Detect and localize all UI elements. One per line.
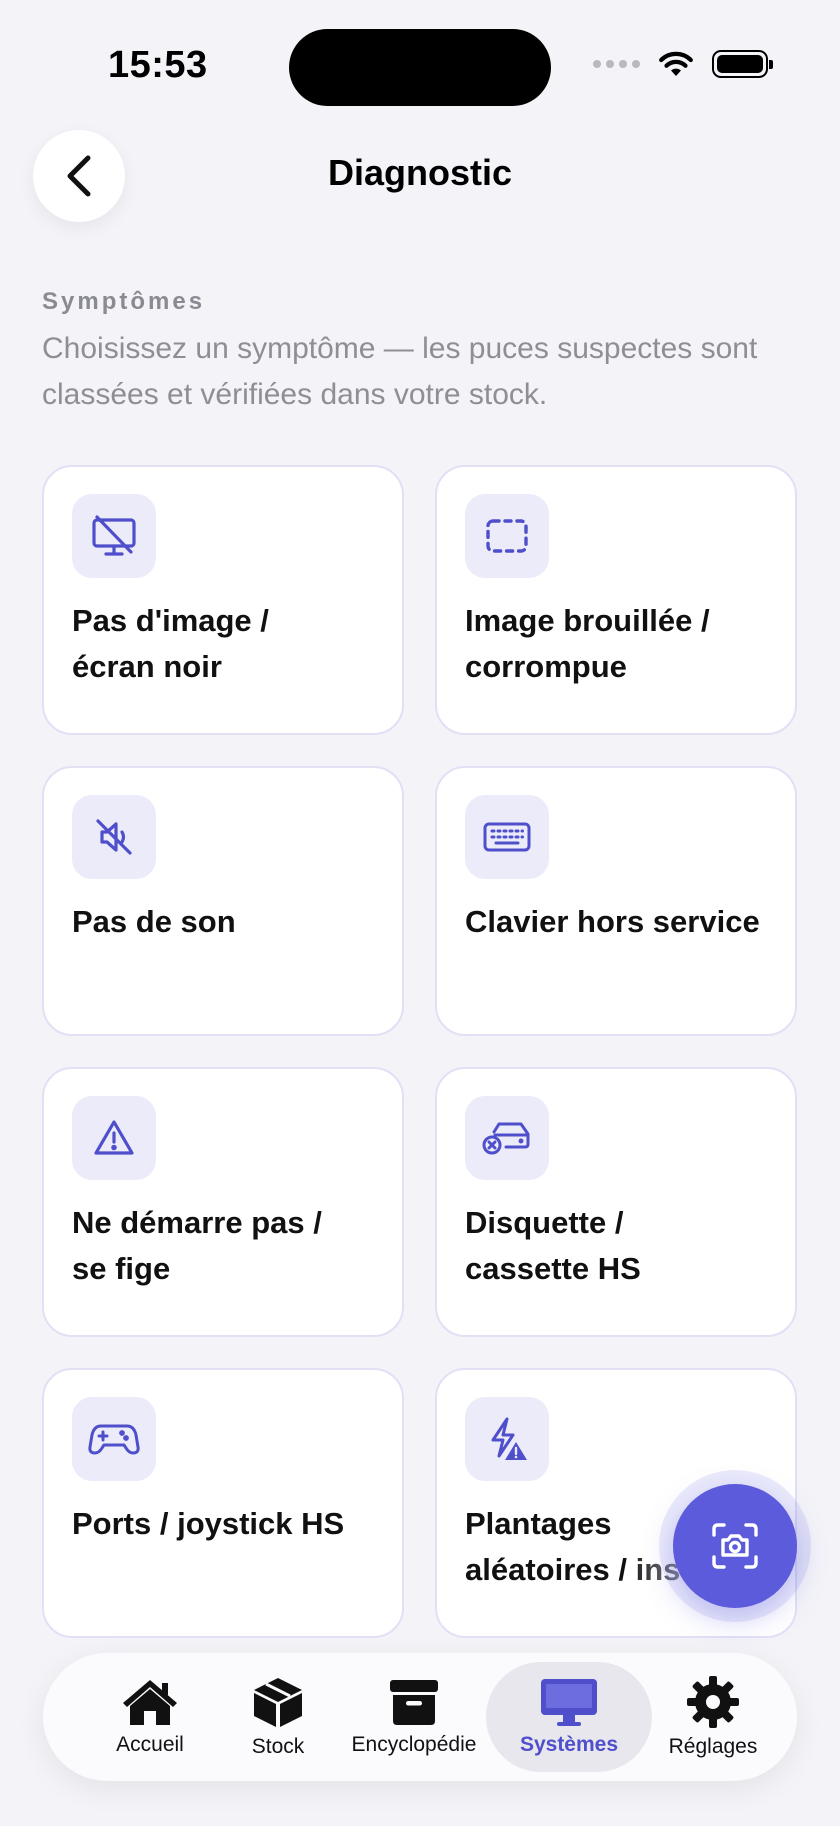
gear-icon (687, 1676, 739, 1728)
tab-label: Accueil (116, 1733, 184, 1756)
display-off-icon (72, 494, 156, 578)
symptom-grid: Pas d'image / écran noir Image brouillée… (42, 465, 798, 1638)
cellular-signal-icon (593, 60, 640, 68)
symptom-card-ports[interactable]: Ports / joystick HS (42, 1368, 404, 1638)
symptom-title: Pas d'image / écran noir (72, 603, 269, 684)
symptom-title: Ports / joystick HS (72, 1506, 345, 1541)
tab-systemes[interactable]: Systèmes (486, 1653, 652, 1781)
symptom-card-corrupted-image[interactable]: Image brouillée / corrompue (435, 465, 797, 735)
symptom-title: Clavier hors service (465, 904, 760, 939)
symptom-card-no-image[interactable]: Pas d'image / écran noir (42, 465, 404, 735)
tab-label: Systèmes (519, 1733, 619, 1756)
page-title: Diagnostic (327, 152, 513, 193)
wifi-icon (659, 51, 693, 76)
symptom-title: Ne démarre pas / se fige (72, 1205, 322, 1286)
gamepad-icon (72, 1397, 156, 1481)
tab-encyclopedie[interactable]: Encyclopédie (339, 1653, 489, 1781)
symptom-title: Pas de son (72, 904, 236, 939)
dynamic-island (289, 29, 551, 106)
tab-label: Stock (251, 1735, 305, 1758)
house-icon (123, 1680, 177, 1725)
tab-accueil[interactable]: Accueil (85, 1653, 215, 1781)
symptom-title: Image brouillée / corrompue (465, 603, 710, 684)
cube-icon (254, 1678, 302, 1727)
symptom-card-keyboard[interactable]: Clavier hors service (435, 766, 797, 1036)
status-time: 15:53 (108, 44, 208, 86)
battery-icon (712, 50, 773, 78)
symptom-card-no-sound[interactable]: Pas de son (42, 766, 404, 1036)
desktop-icon (541, 1679, 597, 1726)
camera-scan-icon (712, 1523, 758, 1569)
scan-camera-button[interactable] (673, 1484, 797, 1608)
status-indicators (593, 50, 773, 78)
drive-error-icon (465, 1096, 549, 1180)
tab-label: Encyclopédie (351, 1733, 477, 1756)
tab-bar: Accueil Stock Encyclopédie Systèmes Régl… (43, 1653, 797, 1781)
section-label: Symptômes (42, 288, 206, 315)
symptom-card-drive[interactable]: Disquette / cassette HS (435, 1067, 797, 1337)
keyboard-icon (465, 795, 549, 879)
tab-stock[interactable]: Stock (228, 1653, 328, 1781)
bolt-warning-icon (465, 1397, 549, 1481)
dashed-rect-icon (465, 494, 549, 578)
tab-reglages[interactable]: Réglages (653, 1653, 773, 1781)
warning-triangle-icon (72, 1096, 156, 1180)
archive-box-icon (390, 1680, 438, 1725)
tab-label: Réglages (668, 1735, 758, 1758)
symptom-title: Disquette / cassette HS (465, 1205, 641, 1286)
section-description: Choisissez un symptôme — les puces suspe… (42, 332, 758, 411)
symptom-card-no-boot[interactable]: Ne démarre pas / se fige (42, 1067, 404, 1337)
speaker-mute-icon (72, 795, 156, 879)
